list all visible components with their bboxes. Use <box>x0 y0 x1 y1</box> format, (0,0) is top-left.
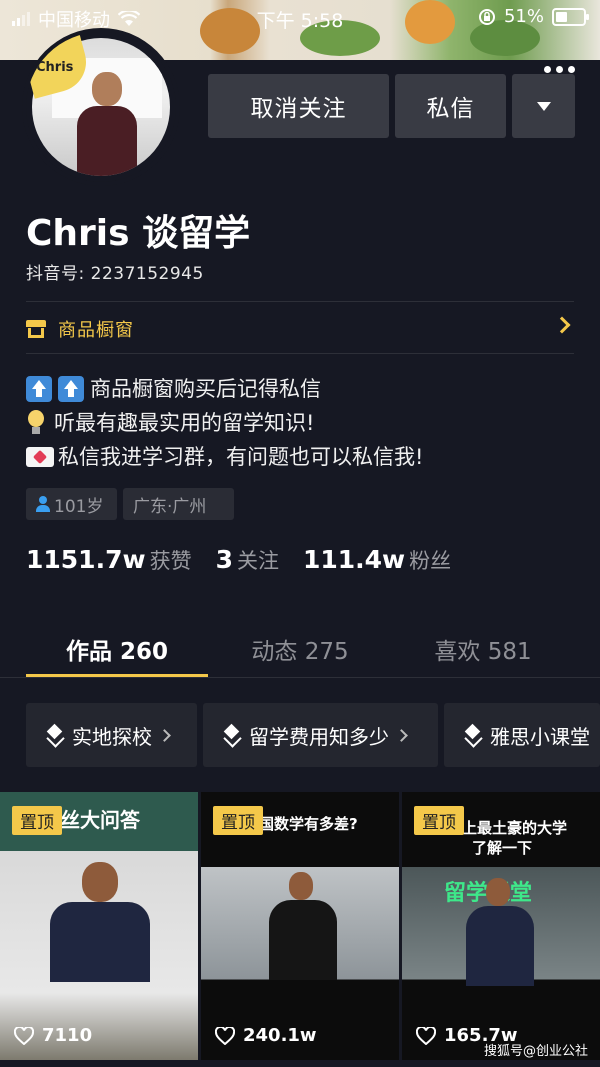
bio-text: 商品橱窗购买后记得私信 <box>90 377 321 401</box>
layers-icon <box>46 725 66 745</box>
collection-label: 雅思小课堂 <box>490 724 590 749</box>
following-count[interactable]: 3 <box>216 545 233 574</box>
collection-label: 留学费用知多少 <box>249 724 389 749</box>
shop-window-link[interactable]: 商品橱窗 <box>26 305 574 353</box>
tab-dynamics[interactable]: 动态 275 <box>209 622 391 676</box>
person-body <box>77 106 137 176</box>
followers-label[interactable]: 粉丝 <box>409 545 451 575</box>
heart-icon <box>215 1026 235 1045</box>
battery-percent: 51% <box>503 6 544 27</box>
bio-line: 听最有趣最实用的留学知识! <box>26 406 423 440</box>
collections-row: 实地探校 留学费用知多少 雅思小课堂 <box>0 703 600 767</box>
status-bar: 中国移动 下午 5:58 51% <box>0 0 600 34</box>
collection-chip[interactable]: 实地探校 <box>26 703 197 767</box>
divider <box>0 677 600 678</box>
shop-icon <box>26 320 46 338</box>
cover-text: 国数学有多差? <box>259 815 358 833</box>
cover-text: 丝大问答 <box>60 808 140 832</box>
up-arrow-emoji-icon <box>26 376 52 402</box>
bio-text: 听最有趣最实用的留学知识! <box>54 411 315 435</box>
bio-line: 商品橱窗购买后记得私信 <box>26 372 423 406</box>
video-grid: 丝大问答 置顶 7110 国数学有多差? 置顶 240.1w 上最土豪的大学 了… <box>0 792 600 1067</box>
video-thumbnail[interactable]: 上最土豪的大学 了解一下 留学课堂 置顶 165.7w <box>402 792 600 1060</box>
lightbulb-emoji-icon <box>26 410 46 436</box>
video-likes: 240.1w <box>215 1025 317 1046</box>
divider <box>26 353 574 354</box>
video-thumbnail[interactable]: 国数学有多差? 置顶 240.1w <box>201 792 399 1060</box>
message-button[interactable]: 私信 <box>395 74 506 138</box>
recommend-dropdown-button[interactable] <box>512 74 575 138</box>
douyin-id: 抖音号: 2237152945 <box>26 264 204 284</box>
rotation-lock-icon <box>478 8 495 25</box>
person-head <box>92 72 122 106</box>
avatar[interactable]: Chris <box>26 32 176 182</box>
love-letter-emoji-icon <box>26 447 54 467</box>
following-label[interactable]: 关注 <box>237 545 279 575</box>
avatar-badge-label: Chris <box>36 60 74 75</box>
watermark: 搜狐号@创业公社 <box>483 1044 588 1059</box>
cover-text: 了解一下 <box>472 839 533 857</box>
bio-line: 私信我进学习群，有问题也可以私信我! <box>26 440 423 474</box>
likes-count: 1151.7w <box>26 545 146 574</box>
age-label: 101岁 <box>54 496 104 517</box>
dot-icon <box>543 65 551 73</box>
battery-icon <box>552 7 589 26</box>
heart-icon <box>14 1026 34 1045</box>
tab-likes[interactable]: 喜欢 581 <box>392 622 574 676</box>
bio-text: 私信我进学习群，有问题也可以私信我! <box>58 445 424 469</box>
person-icon <box>36 496 50 512</box>
collection-chip[interactable]: 留学费用知多少 <box>203 703 438 767</box>
cover-text: 上最土豪的大学 <box>462 819 568 837</box>
likes-label: 获赞 <box>149 549 192 573</box>
triangle-down-icon <box>536 101 551 111</box>
age-tag: 101岁 <box>26 488 117 520</box>
unfollow-button[interactable]: 取消关注 <box>208 74 389 138</box>
followers-count[interactable]: 111.4w <box>303 545 405 574</box>
up-arrow-emoji-icon <box>58 376 84 402</box>
video-thumbnail[interactable]: 丝大问答 置顶 7110 <box>0 792 198 1060</box>
collection-chip[interactable]: 雅思小课堂 <box>444 703 600 767</box>
layers-icon <box>223 725 243 745</box>
collection-label: 实地探校 <box>72 724 152 749</box>
profile-name: Chris 谈留学 <box>26 213 251 254</box>
pinned-badge: 置顶 <box>213 806 263 835</box>
status-right: 51% <box>478 6 589 27</box>
tab-works[interactable]: 作品 260 <box>26 622 208 676</box>
likes-count: 7110 <box>42 1025 93 1046</box>
dot-icon <box>555 65 563 73</box>
video-likes: 7110 <box>14 1025 92 1046</box>
chevron-right-icon <box>395 728 408 742</box>
pinned-badge: 置顶 <box>12 806 62 835</box>
shop-label: 商品橱窗 <box>58 320 134 341</box>
profile-stats: 1151.7w 获赞 3 关注 111.4w 粉丝 <box>26 545 475 575</box>
person-figure <box>458 878 548 988</box>
location-tag: 广东·广州 <box>123 488 234 520</box>
heart-icon <box>416 1026 436 1045</box>
pinned-badge: 置顶 <box>414 806 464 835</box>
likes-count: 240.1w <box>243 1025 317 1046</box>
divider <box>26 301 574 302</box>
content-tabs: 作品 260 动态 275 喜欢 581 <box>0 622 600 676</box>
chevron-right-icon <box>553 316 571 334</box>
chevron-right-icon <box>158 728 171 742</box>
dot-icon <box>567 65 575 73</box>
bio: 商品橱窗购买后记得私信 听最有趣最实用的留学知识! 私信我进学习群，有问题也可以… <box>26 372 423 474</box>
person-figure <box>261 872 351 982</box>
layers-icon <box>464 725 484 745</box>
